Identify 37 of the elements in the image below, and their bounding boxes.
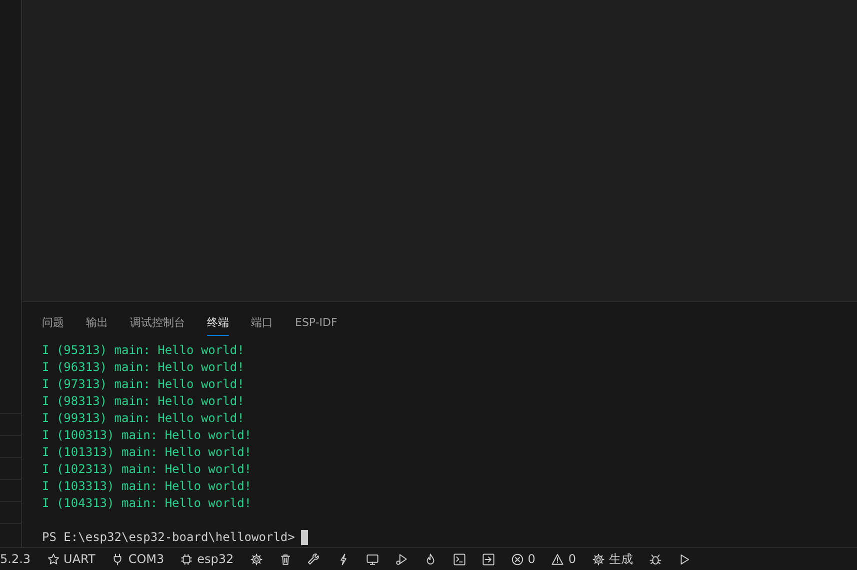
- status-item[interactable]: esp32: [172, 548, 242, 570]
- panel-tab[interactable]: 端口: [251, 312, 273, 336]
- terminal-prompt: PS E:\esp32\esp32-board\helloworld>: [42, 529, 295, 546]
- terminal-line: I (98313) main: Hello world!: [42, 393, 246, 410]
- status-item[interactable]: 0: [502, 548, 544, 570]
- terminal-line: I (100313) main: Hello world!: [42, 427, 253, 444]
- status-item[interactable]: COM3: [103, 548, 172, 570]
- wrench-icon: [308, 552, 321, 566]
- terminal-line: I (104313) main: Hello world!: [42, 495, 253, 512]
- warning-icon: [551, 552, 564, 566]
- bug-icon: [648, 552, 662, 566]
- star-icon: [46, 552, 60, 566]
- terminal-line: I (96313) main: Hello world!: [42, 359, 246, 376]
- panel-tab[interactable]: ESP-IDF: [295, 312, 338, 336]
- gear-icon: [592, 552, 605, 566]
- panel-tab[interactable]: 终端: [207, 312, 229, 336]
- terminal-icon: [452, 552, 466, 566]
- arrow-into-box-icon: [482, 552, 495, 566]
- error-icon: [510, 552, 524, 566]
- panel-tab[interactable]: 输出: [86, 312, 108, 336]
- panel-tab[interactable]: 问题: [42, 312, 64, 336]
- terminal-line: I (102313) main: Hello world!: [42, 461, 253, 478]
- status-item[interactable]: UART: [38, 548, 104, 570]
- terminal-line: I (97313) main: Hello world!: [42, 376, 246, 393]
- status-item[interactable]: 0: [543, 548, 584, 570]
- status-item[interactable]: 生成: [584, 548, 641, 570]
- gear-icon: [250, 552, 263, 566]
- monitor-icon: [366, 552, 379, 566]
- trash-icon: [278, 552, 292, 566]
- chip-icon: [180, 552, 194, 566]
- terminal-cursor: [300, 530, 308, 545]
- terminal-line: I (103313) main: Hello world!: [42, 478, 253, 495]
- terminal-line: I (95313) main: Hello world!: [42, 342, 246, 359]
- panel-tab[interactable]: 调试控制台: [130, 312, 185, 336]
- terminal-line: I (101313) main: Hello world!: [42, 444, 253, 461]
- version-item[interactable]: 5.2.3: [0, 548, 39, 570]
- terminal-line: I (99313) main: Hello world!: [42, 410, 246, 427]
